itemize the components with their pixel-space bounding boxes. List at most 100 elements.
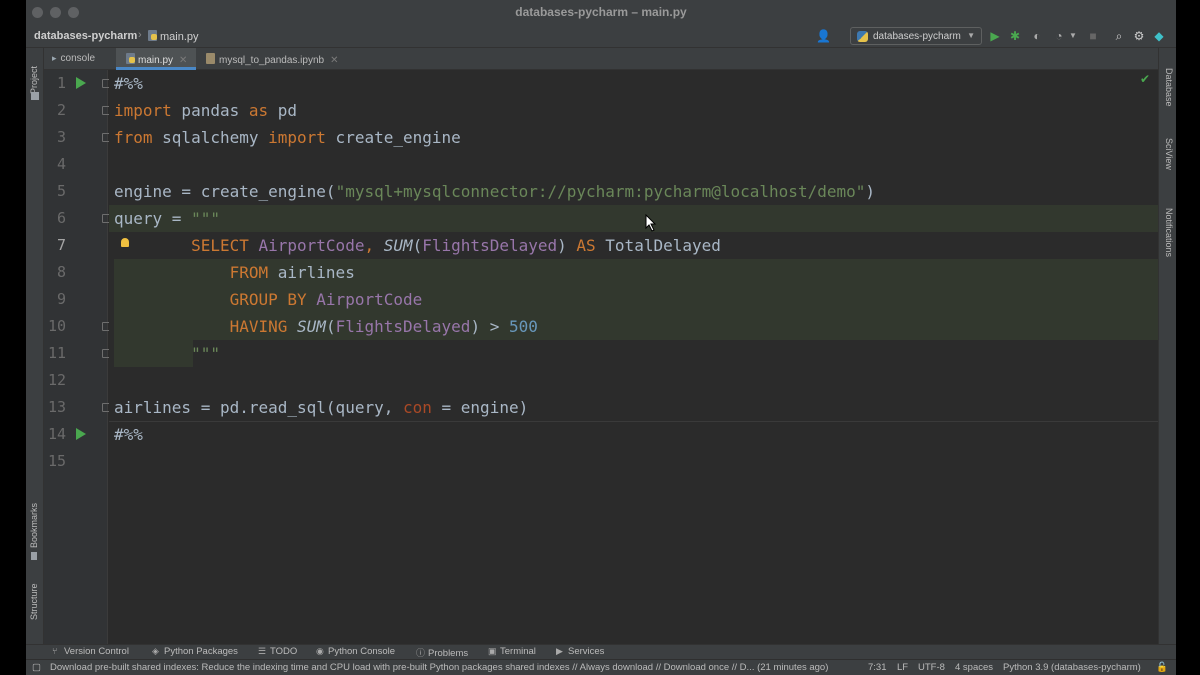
ide-window: databases-pycharm – main.py databases-py…: [26, 0, 1176, 675]
bookmark-icon: [31, 552, 37, 560]
todo-button[interactable]: ☰TODO: [258, 646, 297, 657]
line-number: 9: [44, 286, 66, 313]
editor-tab-bar: ▸ console main.py ✕ mysql_to_pandas.ipynb ✕: [44, 48, 1158, 70]
code-line-1: #%%: [114, 70, 143, 97]
caret-position[interactable]: 7:31: [868, 662, 887, 673]
list-icon: ☰: [258, 646, 267, 657]
python-packages-button[interactable]: ◈Python Packages: [152, 646, 238, 657]
terminal-icon: ▣: [488, 646, 497, 657]
line-number: 4: [44, 151, 66, 178]
line-number: 11: [44, 340, 66, 367]
info-icon: ⓘ: [416, 646, 425, 659]
line-number: 14: [44, 421, 66, 448]
python-file-icon: [148, 30, 157, 41]
line-number: 8: [44, 259, 66, 286]
line-number: 2: [44, 97, 66, 124]
code-line-8: FROM airlines: [114, 259, 355, 286]
tab-console[interactable]: ▸ console: [44, 48, 116, 70]
database-tool-button[interactable]: Database: [1164, 68, 1174, 107]
tool-window-bar: ⑂Version Control ◈Python Packages ☰TODO …: [26, 644, 1176, 659]
line-number: 15: [44, 448, 66, 475]
title-bar: databases-pycharm – main.py: [26, 0, 1176, 24]
gear-icon[interactable]: ⚙: [1132, 29, 1146, 43]
status-bar: ▢ Download pre-built shared indexes: Red…: [26, 659, 1176, 675]
project-tool-button[interactable]: Project: [29, 66, 39, 94]
code-line-5: engine = create_engine("mysql+mysqlconne…: [114, 178, 875, 205]
code-line-7: SELECT AirportCode, SUM(FlightsDelayed) …: [114, 232, 721, 259]
python-file-icon: [126, 53, 135, 64]
left-tool-strip: Project Bookmarks Structure: [26, 48, 44, 644]
run-config-label: databases-pycharm: [873, 31, 961, 42]
breadcrumb-project[interactable]: databases-pycharm: [34, 30, 137, 42]
chevron-down-icon: ▼: [967, 31, 975, 40]
line-number: 7: [44, 232, 66, 259]
line-number: 6: [44, 205, 66, 232]
line-number: 10: [44, 313, 66, 340]
run-config-select[interactable]: databases-pycharm ▼: [850, 27, 982, 45]
vcs-user-icon[interactable]: 👤: [816, 29, 830, 43]
tab-main-py-label: main.py: [138, 55, 173, 66]
console-icon: ▸: [52, 53, 57, 64]
file-encoding[interactable]: UTF-8: [918, 662, 945, 673]
python-interpreter[interactable]: Python 3.9 (databases-pycharm): [1003, 662, 1141, 673]
code-line-10: HAVING SUM(FlightsDelayed) > 500: [114, 313, 538, 340]
close-tab-icon[interactable]: ✕: [179, 55, 187, 66]
mouse-cursor-icon: [645, 214, 657, 232]
right-tool-strip: Database SciView Notifications: [1158, 48, 1176, 644]
code-editor[interactable]: ✔ #%% import pandas as pd from sqlalchem…: [109, 70, 1158, 644]
search-icon[interactable]: ⌕: [1112, 29, 1126, 43]
lock-icon[interactable]: 🔓: [1156, 662, 1168, 673]
toggle-tool-windows-icon[interactable]: ▢: [32, 662, 41, 673]
terminal-button[interactable]: ▣Terminal: [488, 646, 536, 657]
problems-button[interactable]: ⓘProblems: [416, 646, 468, 659]
cell-separator: [109, 421, 1158, 422]
branch-icon: ⑂: [52, 646, 61, 656]
tab-console-label: console: [61, 53, 95, 64]
structure-tool-button[interactable]: Structure: [29, 583, 39, 620]
line-number: 3: [44, 124, 66, 151]
navigation-bar: databases-pycharm › main.py 👤 databases-…: [26, 24, 1176, 48]
sciview-tool-button[interactable]: SciView: [1164, 138, 1174, 170]
packages-icon: ◈: [152, 646, 161, 657]
python-logo-icon: [857, 31, 868, 42]
run-icon[interactable]: ▶: [988, 29, 1002, 43]
run-cell-icon[interactable]: [76, 428, 86, 440]
notifications-tool-button[interactable]: Notifications: [1164, 208, 1174, 257]
code-line-3: from sqlalchemy import create_engine: [114, 124, 461, 151]
line-number: 1: [44, 70, 66, 97]
notebook-file-icon: [206, 53, 215, 64]
version-control-button[interactable]: ⑂Version Control: [52, 646, 129, 657]
tab-notebook-label: mysql_to_pandas.ipynb: [219, 55, 324, 66]
close-tab-icon[interactable]: ✕: [330, 55, 338, 66]
line-number: 12: [44, 367, 66, 394]
code-line-9: GROUP BY AirportCode: [114, 286, 422, 313]
code-line-2: import pandas as pd: [114, 97, 297, 124]
code-line-6: query = """: [114, 205, 220, 232]
breadcrumb-file[interactable]: main.py: [148, 30, 199, 43]
code-line-14: #%%: [114, 421, 143, 448]
breadcrumb-separator: ›: [138, 29, 142, 41]
jetbrains-logo-icon[interactable]: ◆: [1152, 29, 1166, 43]
coverage-icon[interactable]: ◐: [1030, 29, 1044, 43]
bookmarks-tool-button[interactable]: Bookmarks: [29, 503, 39, 548]
editor-gutter: 1 2 3 4 5 6 7 8 9 10 11 12 13 14 15: [44, 70, 108, 644]
line-number: 13: [44, 394, 66, 421]
string-highlight: [109, 205, 1158, 232]
profile-icon[interactable]: ◔: [1052, 29, 1066, 43]
tab-main-py[interactable]: main.py ✕: [116, 48, 196, 70]
services-icon: ▶: [556, 646, 565, 657]
more-run-chevron-icon[interactable]: ▼: [1066, 29, 1080, 43]
status-message[interactable]: Download pre-built shared indexes: Reduc…: [50, 662, 846, 673]
debug-icon[interactable]: ✱: [1008, 29, 1022, 43]
stop-icon[interactable]: ■: [1086, 29, 1100, 43]
services-button[interactable]: ▶Services: [556, 646, 604, 657]
python-icon: ◉: [316, 646, 325, 657]
python-console-button[interactable]: ◉Python Console: [316, 646, 395, 657]
run-cell-icon[interactable]: [76, 77, 86, 89]
window-title: databases-pycharm – main.py: [26, 5, 1176, 19]
code-line-11: """: [114, 340, 220, 367]
indent-setting[interactable]: 4 spaces: [955, 662, 993, 673]
line-separator[interactable]: LF: [897, 662, 908, 673]
tab-notebook[interactable]: mysql_to_pandas.ipynb ✕: [198, 48, 348, 70]
folder-icon: [31, 92, 39, 100]
